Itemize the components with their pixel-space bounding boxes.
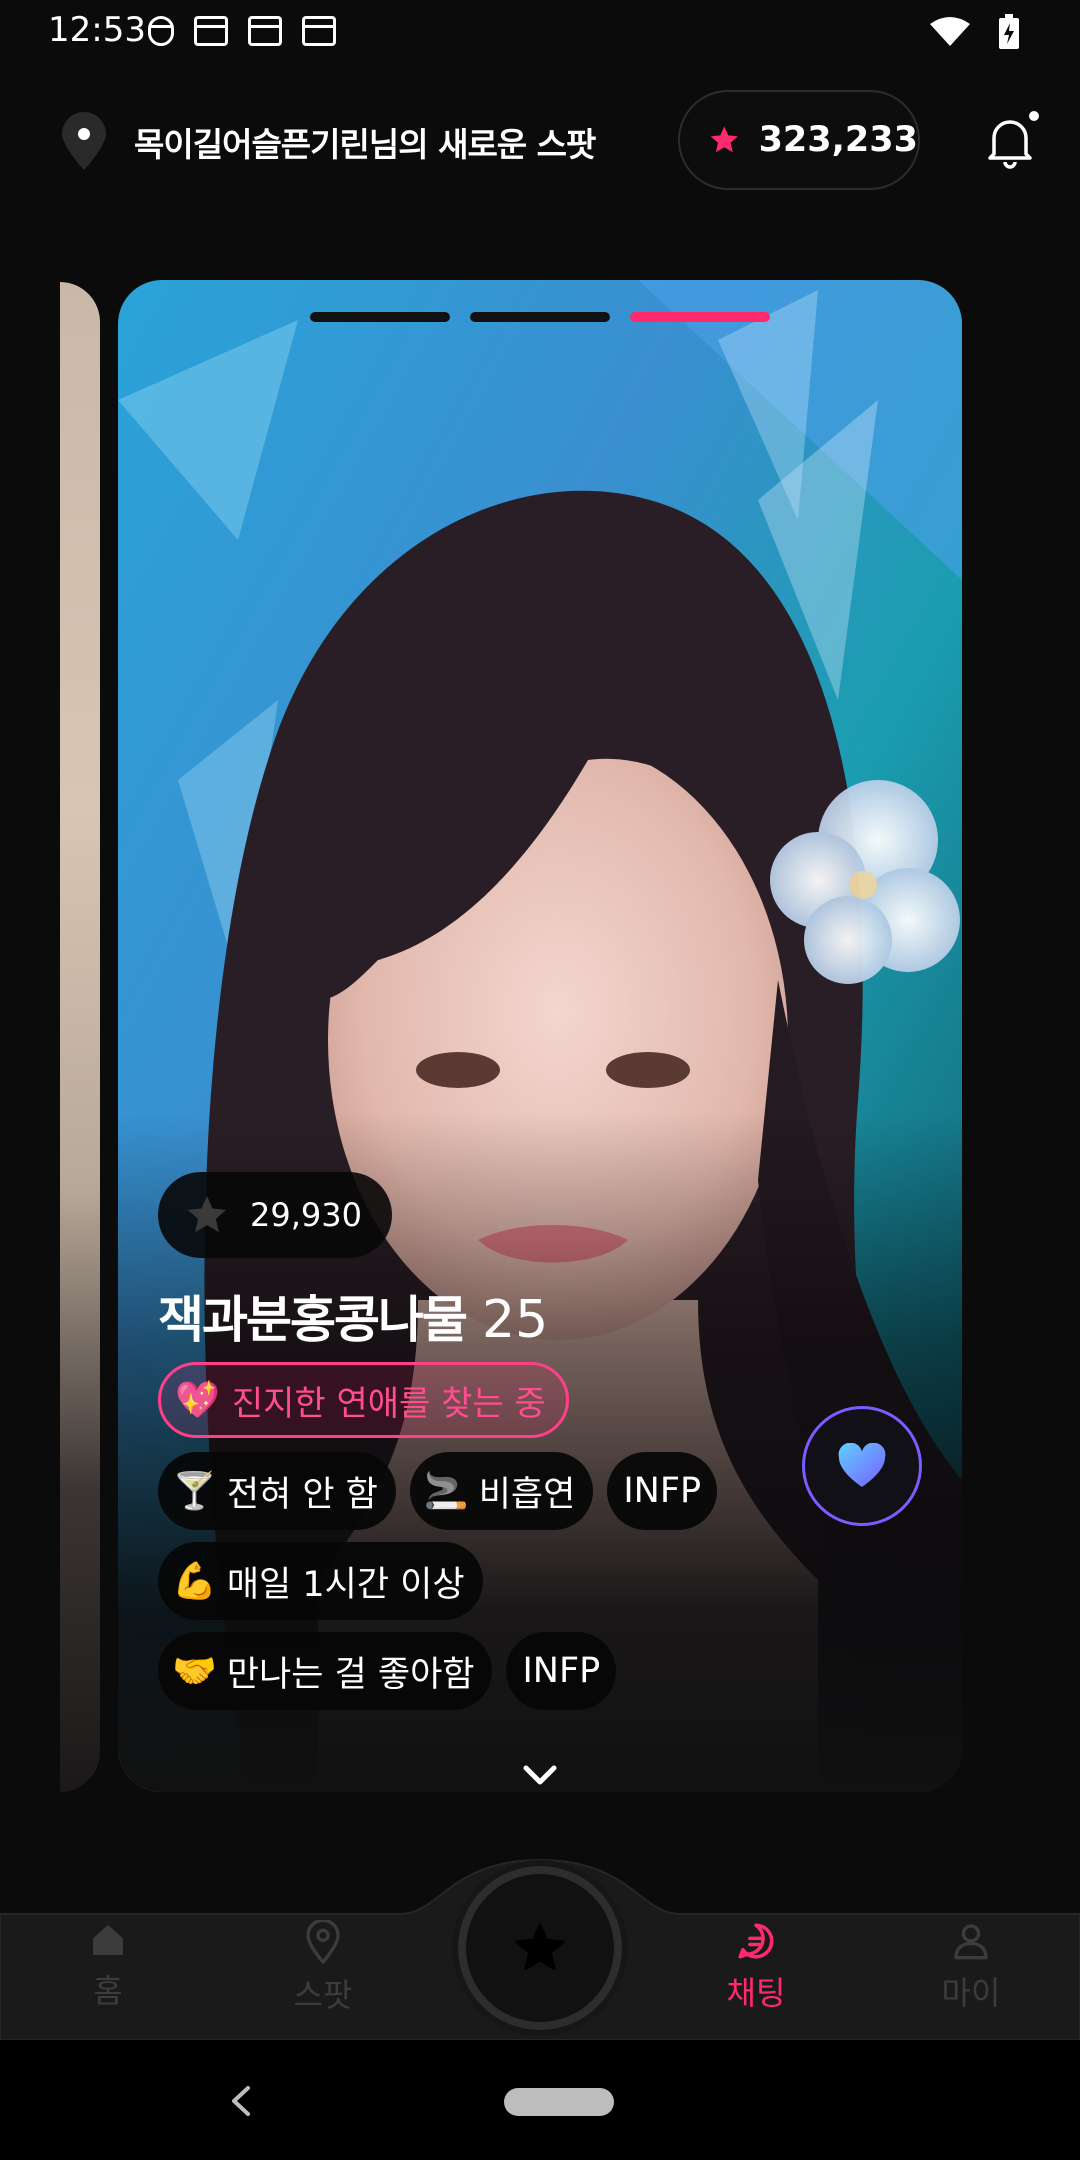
- star-icon: [187, 1195, 227, 1233]
- previous-profile-card[interactable]: [60, 282, 100, 1792]
- status-notification-icons: [148, 16, 336, 46]
- social-tag: 🤝 만나는 걸 좋아함: [158, 1632, 493, 1710]
- nav-item-chat[interactable]: 채팅: [686, 1920, 826, 2014]
- dating-intent-label: 진지한 연애를 찾는 중: [231, 1383, 546, 1424]
- home-gesture-pill[interactable]: [504, 2088, 614, 2116]
- points-button[interactable]: 323,233: [678, 90, 920, 190]
- cigarette-icon: 🚬: [423, 1471, 469, 1512]
- mbti-tag: INFP: [607, 1452, 718, 1530]
- flexed-biceps-icon: 💪: [172, 1561, 217, 1602]
- cocktail-icon: 🍸: [172, 1471, 217, 1512]
- center-star-button[interactable]: [458, 1866, 622, 2030]
- bottom-navigation: 홈 스팟 채팅 마이: [0, 1850, 1080, 2040]
- profile-name-age: 잭과분홍콩나물 25: [158, 1280, 548, 1352]
- star-count: 29,930: [250, 1196, 362, 1234]
- home-icon: [93, 1925, 123, 1955]
- header: 목이길어슬픈기린님의 새로운 스팟 323,233: [0, 88, 1080, 192]
- calendar-icon: [194, 16, 228, 46]
- mbti-label: INFP: [522, 1651, 601, 1691]
- nav-label: 스팟: [293, 1976, 353, 2014]
- exercise-label: 매일 1시간 이상: [226, 1564, 465, 1605]
- back-icon[interactable]: [226, 2084, 256, 2118]
- location-pin-icon: [306, 1920, 340, 1964]
- hand-icon: [148, 16, 174, 46]
- social-label: 만나는 걸 좋아함: [226, 1654, 475, 1695]
- profile-age: 25: [482, 1290, 549, 1350]
- status-time: 12:53: [48, 10, 146, 50]
- handshake-icon: 🤝: [172, 1651, 217, 1692]
- star-count-badge: 29,930: [158, 1172, 392, 1258]
- wifi-icon: [930, 17, 970, 46]
- person-icon: [954, 1924, 988, 1960]
- nav-label: 채팅: [726, 1974, 786, 2012]
- profile-name: 잭과분홍콩나물: [158, 1291, 468, 1349]
- mbti-tag: INFP: [506, 1632, 617, 1710]
- nav-label: 마이: [941, 1974, 1001, 2012]
- heart-icon: [838, 1443, 886, 1487]
- tag-row-2: 💪 매일 1시간 이상: [158, 1542, 483, 1620]
- chevron-down-icon[interactable]: [520, 1762, 560, 1790]
- chat-icon: [738, 1923, 774, 1959]
- smoking-tag: 🚬 비흡연: [409, 1452, 594, 1530]
- star-icon: [710, 126, 738, 153]
- photo-progress-indicator: [310, 312, 770, 322]
- smoking-label: 비흡연: [478, 1474, 576, 1515]
- status-bar: 12:53: [0, 0, 1080, 64]
- tag-row-3: 🤝 만나는 걸 좋아함 INFP: [158, 1632, 617, 1710]
- nav-label: 홈: [93, 1972, 123, 2010]
- location-pin-icon[interactable]: [58, 112, 110, 172]
- nav-item-my[interactable]: 마이: [901, 1920, 1041, 2014]
- drinking-label: 전혀 안 함: [226, 1474, 378, 1515]
- photo-progress-segment[interactable]: [470, 312, 610, 322]
- tag-row-1: 🍸 전혀 안 함 🚬 비흡연 INFP: [158, 1452, 718, 1530]
- sparkling-heart-icon: 💖: [175, 1380, 220, 1421]
- points-value: 323,233: [758, 120, 918, 160]
- like-button[interactable]: [802, 1406, 922, 1526]
- battery-charging-icon: [999, 14, 1019, 49]
- profile-card[interactable]: 29,930 잭과분홍콩나물 25 💖 진지한 연애를 찾는 중 🍸 전혀 안 …: [118, 280, 962, 1792]
- calendar-icon: [248, 16, 282, 46]
- bell-icon[interactable]: [984, 110, 1040, 170]
- system-navigation-bar: [0, 2040, 1080, 2160]
- photo-progress-segment-active[interactable]: [630, 312, 770, 322]
- status-system-icons: [930, 14, 1020, 50]
- nav-item-spot[interactable]: 스팟: [253, 1920, 393, 2016]
- exercise-tag: 💪 매일 1시간 이상: [158, 1542, 483, 1620]
- mbti-label: INFP: [623, 1471, 702, 1511]
- drinking-tag: 🍸 전혀 안 함: [158, 1452, 396, 1530]
- photo-progress-segment[interactable]: [310, 312, 450, 322]
- star-icon: [515, 1923, 565, 1971]
- spot-title[interactable]: 목이길어슬픈기린님의 새로운 스팟: [134, 118, 596, 166]
- calendar-icon: [302, 16, 336, 46]
- dating-intent-tag: 💖 진지한 연애를 찾는 중: [158, 1362, 569, 1438]
- nav-item-home[interactable]: 홈: [38, 1920, 178, 2012]
